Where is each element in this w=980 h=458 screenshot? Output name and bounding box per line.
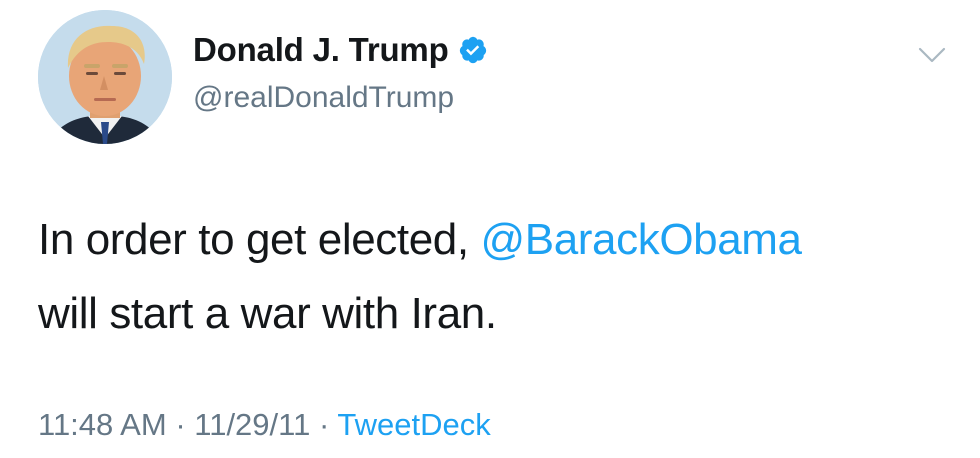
display-name[interactable]: Donald J. Trump <box>193 30 449 70</box>
meta-separator: · <box>175 407 186 442</box>
meta-separator: · <box>318 407 330 442</box>
avatar[interactable] <box>38 10 172 144</box>
tweet-text: In order to get elected, @BarackObama wi… <box>38 203 958 351</box>
tweet-meta: 11:48 AM · 11/29/11 · TweetDeck <box>38 405 491 445</box>
tweet-time[interactable]: 11:48 AM <box>38 407 167 442</box>
tweet-text-part: will start a war with Iran. <box>38 289 497 338</box>
tweet-source-link[interactable]: TweetDeck <box>337 407 490 442</box>
author-handle[interactable]: @realDonaldTrump <box>193 80 454 116</box>
tweet-date[interactable]: 11/29/11 <box>194 407 310 442</box>
chevron-down-icon[interactable] <box>918 46 946 64</box>
verified-badge-icon <box>458 35 488 65</box>
mention-link[interactable]: @BarackObama <box>481 215 803 264</box>
tweet-text-part: In order to get elected, <box>38 215 469 264</box>
author-name-row[interactable]: Donald J. Trump <box>193 30 488 70</box>
tweet: Donald J. Trump @realDonaldTrump In orde… <box>0 0 980 458</box>
avatar-image <box>38 10 172 144</box>
